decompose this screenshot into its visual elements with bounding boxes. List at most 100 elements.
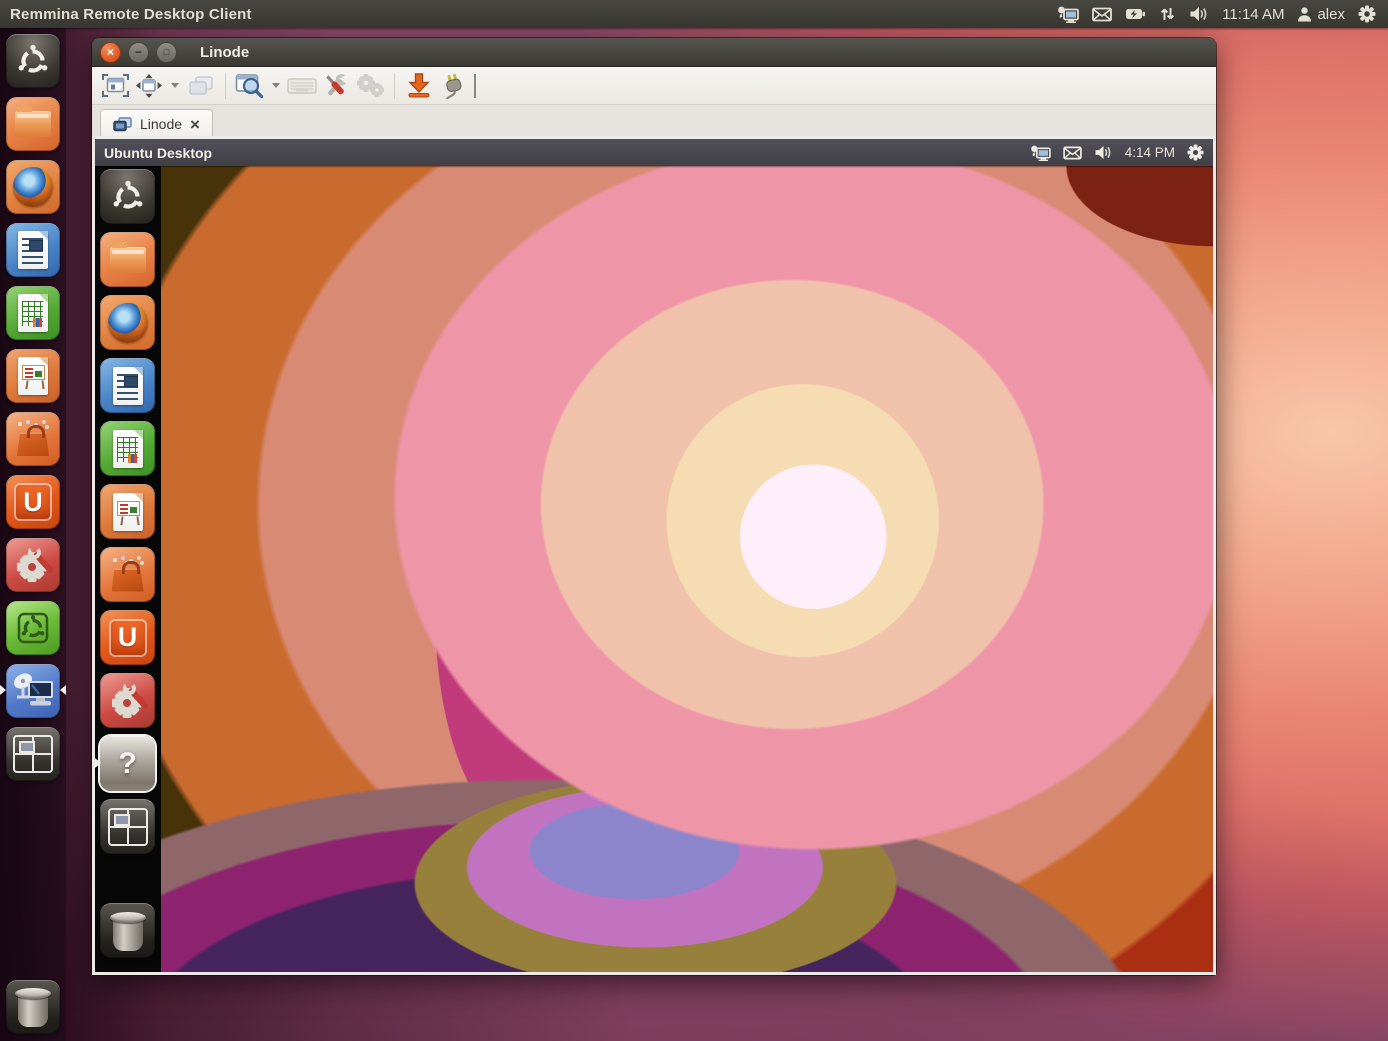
launcher-firefox[interactable] xyxy=(6,160,60,214)
user-icon xyxy=(1297,6,1312,22)
fit-window-button[interactable] xyxy=(133,71,165,101)
ubuntu-logo-icon xyxy=(110,179,146,215)
remote-launcher-libreoffice-impress[interactable] xyxy=(100,484,155,539)
maximize-button[interactable]: □ xyxy=(156,42,177,63)
launcher-software-center[interactable] xyxy=(6,412,60,466)
remote-launcher-workspace-switcher[interactable] xyxy=(100,799,155,854)
battery-icon[interactable] xyxy=(1125,7,1146,21)
remote-wallpaper xyxy=(161,166,1213,972)
minimize-button[interactable]: − xyxy=(128,42,149,63)
launcher-software-updater[interactable] xyxy=(6,601,60,655)
writer-document-icon xyxy=(113,367,143,405)
impress-presentation-icon xyxy=(113,493,143,531)
ubuntu-logo-icon xyxy=(15,43,51,79)
remote-launcher-libreoffice-calc[interactable] xyxy=(100,421,155,476)
remote-unity-launcher: U ? xyxy=(95,166,161,972)
firefox-icon xyxy=(108,303,148,343)
toolbar-end-divider xyxy=(474,74,476,98)
remote-viewport: Ubuntu Desktop 4:14 PM xyxy=(92,136,1216,975)
question-mark-icon: ? xyxy=(118,747,136,781)
clock[interactable]: 11:14 AM xyxy=(1222,6,1284,23)
remote-desktop-body: U ? xyxy=(95,166,1213,972)
impress-presentation-icon xyxy=(18,357,48,395)
remote-indicator-area[interactable]: 4:14 PM xyxy=(1030,144,1213,161)
window-title: Linode xyxy=(200,44,249,61)
top-panel: Remmina Remote Desktop Client 11:14 AM a… xyxy=(0,0,1388,28)
remote-launcher-home-folder[interactable] xyxy=(100,232,155,287)
toggle-fullscreen-button[interactable] xyxy=(99,71,131,101)
remote-launcher-firefox[interactable] xyxy=(100,295,155,350)
user-menu[interactable]: alex xyxy=(1297,6,1345,23)
launcher-trash[interactable] xyxy=(6,980,60,1034)
remote-menu-label[interactable]: Ubuntu Desktop xyxy=(95,145,212,161)
window-titlebar[interactable]: × − □ Linode xyxy=(92,38,1216,67)
duplicate-connection-button[interactable] xyxy=(185,71,217,101)
remote-desktop-icon[interactable] xyxy=(1057,6,1079,23)
ubuntu-one-icon: U xyxy=(109,619,147,657)
launcher-dash-home[interactable] xyxy=(6,34,60,88)
remote-launcher-libreoffice-writer[interactable] xyxy=(100,358,155,413)
chevron-down-icon xyxy=(272,83,280,88)
tab-linode[interactable]: Linode × xyxy=(100,109,213,138)
minimize-window-button[interactable] xyxy=(403,71,435,101)
toggle-scaled-mode-button[interactable] xyxy=(234,71,266,101)
trash-icon xyxy=(110,911,146,951)
calc-spreadsheet-icon xyxy=(18,294,48,332)
remmina-window: × − □ Linode xyxy=(92,38,1216,975)
mail-icon[interactable] xyxy=(1092,7,1112,22)
remote-launcher-system-settings[interactable] xyxy=(100,673,155,728)
trash-icon xyxy=(15,987,51,1027)
session-gear-icon[interactable] xyxy=(1187,144,1204,161)
mail-icon[interactable] xyxy=(1063,146,1082,160)
volume-icon[interactable] xyxy=(1189,6,1209,22)
scaled-mode-dropdown[interactable] xyxy=(268,71,284,101)
calc-spreadsheet-icon xyxy=(113,430,143,468)
launcher-workspace-switcher[interactable] xyxy=(6,727,60,781)
running-indicator-arrow xyxy=(0,685,6,695)
launcher-remmina[interactable] xyxy=(6,664,60,718)
remote-top-panel: Ubuntu Desktop 4:14 PM xyxy=(95,139,1213,166)
indicator-area[interactable]: 11:14 AM alex xyxy=(1057,5,1388,23)
folder-icon xyxy=(15,111,51,137)
fit-window-dropdown[interactable] xyxy=(167,71,183,101)
shopping-bag-icon xyxy=(14,422,52,456)
grab-keyboard-button[interactable] xyxy=(286,71,318,101)
tools-button[interactable] xyxy=(320,71,352,101)
unity-launcher: U xyxy=(0,28,66,1041)
shopping-bag-icon xyxy=(109,558,147,592)
launcher-libreoffice-impress[interactable] xyxy=(6,349,60,403)
launcher-ubuntu-one[interactable]: U xyxy=(6,475,60,529)
tab-label: Linode xyxy=(140,116,182,132)
preferences-gears-button[interactable] xyxy=(354,71,386,101)
toolbar-separator xyxy=(225,73,226,99)
launcher-libreoffice-writer[interactable] xyxy=(6,223,60,277)
gear-wrench-icon xyxy=(107,680,149,722)
ubuntu-emblem-icon xyxy=(15,610,51,646)
ubuntu-one-icon: U xyxy=(14,483,52,521)
writer-document-icon xyxy=(18,231,48,269)
remote-launcher-dash-home[interactable] xyxy=(100,169,155,224)
remote-launcher-software-center[interactable] xyxy=(100,547,155,602)
remote-screen[interactable]: Ubuntu Desktop 4:14 PM xyxy=(95,139,1213,972)
workspace-grid-icon xyxy=(108,808,148,846)
connection-tab-icon xyxy=(113,117,132,132)
remote-desktop-icon[interactable] xyxy=(1030,145,1051,161)
tab-close-icon[interactable]: × xyxy=(190,116,200,133)
close-button[interactable]: × xyxy=(100,42,121,63)
launcher-home-folder[interactable] xyxy=(6,97,60,151)
sync-arrows-icon[interactable] xyxy=(1159,6,1176,22)
connection-toolbar xyxy=(92,67,1216,105)
session-gear-icon[interactable] xyxy=(1358,5,1376,23)
disconnect-button[interactable] xyxy=(437,71,469,101)
firefox-icon xyxy=(13,167,53,207)
remote-launcher-ubuntu-one[interactable]: U xyxy=(100,610,155,665)
launcher-libreoffice-calc[interactable] xyxy=(6,286,60,340)
remote-launcher-unknown-app[interactable]: ? xyxy=(100,736,155,791)
volume-icon[interactable] xyxy=(1094,145,1113,160)
remote-clock[interactable]: 4:14 PM xyxy=(1125,145,1175,160)
remote-launcher-trash[interactable] xyxy=(100,903,155,958)
gear-wrench-icon xyxy=(12,544,54,586)
workspace-grid-icon xyxy=(13,735,53,773)
chevron-down-icon xyxy=(171,83,179,88)
launcher-system-settings[interactable] xyxy=(6,538,60,592)
